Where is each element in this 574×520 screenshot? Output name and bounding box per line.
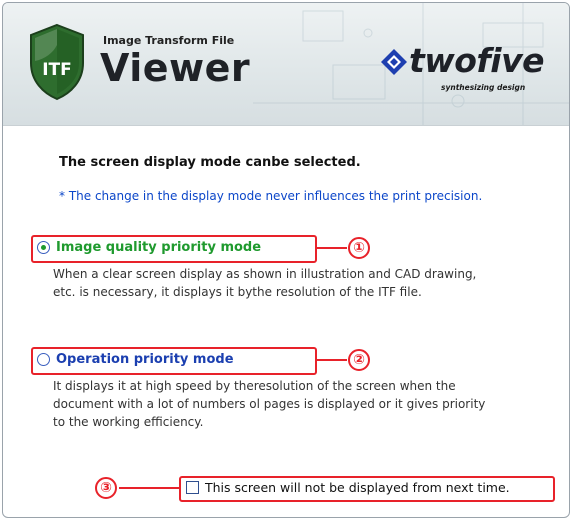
- shield-text: ITF: [42, 60, 72, 80]
- itf-shield-logo: ITF: [30, 23, 84, 101]
- callout-line: [119, 487, 179, 489]
- checkbox-label: This screen will not be displayed from n…: [205, 480, 510, 495]
- description-line: etc. is necessary, it displays it bythe …: [53, 285, 422, 299]
- dialog-heading: The screen display mode canbe selected.: [59, 155, 361, 170]
- callout-line: [315, 359, 347, 361]
- option-label: Image quality priority mode: [56, 240, 262, 255]
- dont-show-again-option[interactable]: This screen will not be displayed from n…: [186, 480, 510, 495]
- description-line: It displays it at high speed by theresol…: [53, 379, 456, 393]
- image-quality-mode-option[interactable]: Image quality priority mode: [37, 240, 261, 255]
- option-label: Operation priority mode: [56, 352, 234, 367]
- option-description: It displays it at high speed by theresol…: [53, 377, 485, 431]
- brand-name: twofive: [409, 41, 545, 80]
- radio-button-selected[interactable]: [37, 241, 50, 254]
- callout-line: [315, 247, 347, 249]
- description-line: to the working efficiency.: [53, 415, 204, 429]
- operation-mode-option[interactable]: Operation priority mode: [37, 352, 234, 367]
- dont-show-again-checkbox[interactable]: [186, 481, 199, 494]
- app-title: Viewer: [100, 46, 251, 90]
- brand-tagline: synthesizing design: [441, 83, 526, 92]
- callout-number-2: ②: [348, 349, 370, 371]
- option-description: When a clear screen display as shown in …: [53, 265, 476, 301]
- description-line: document with a lot of numbers ol pages …: [53, 397, 486, 411]
- radio-button[interactable]: [37, 353, 50, 366]
- callout-number-1: ①: [348, 237, 370, 259]
- info-note: * The change in the display mode never i…: [59, 189, 483, 203]
- callout-number-3: ③: [95, 477, 117, 499]
- viewer-settings-dialog: ITF Image Transform File Viewer twofive …: [2, 2, 570, 518]
- description-line: When a clear screen display as shown in …: [53, 267, 477, 281]
- twofive-diamond-icon: [381, 49, 407, 75]
- header-banner: ITF Image Transform File Viewer twofive …: [3, 3, 569, 126]
